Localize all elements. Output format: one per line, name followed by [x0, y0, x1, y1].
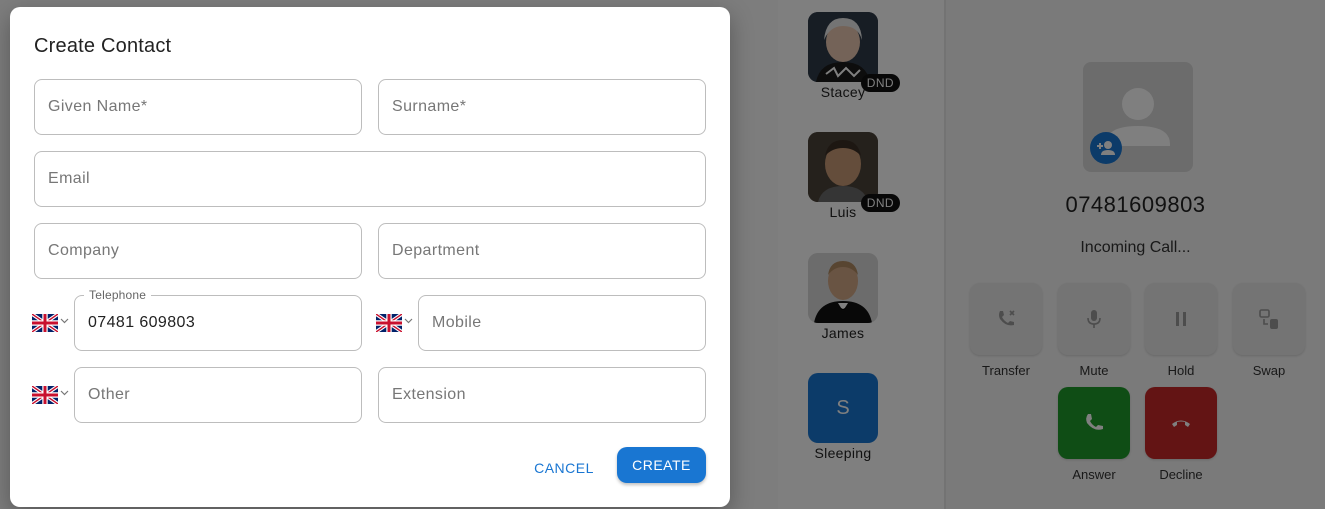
extension-input[interactable] [379, 368, 705, 422]
chevron-down-icon [404, 318, 413, 324]
extension-field[interactable] [378, 367, 706, 423]
uk-flag-icon [32, 314, 58, 332]
department-field[interactable] [378, 223, 706, 279]
dialog-title: Create Contact [34, 35, 172, 57]
company-input[interactable] [35, 224, 361, 278]
uk-flag-icon [32, 386, 58, 404]
create-button[interactable]: CREATE [617, 447, 706, 483]
other-phone-field[interactable] [74, 367, 362, 423]
cancel-button[interactable]: CANCEL [530, 453, 598, 483]
department-input[interactable] [379, 224, 705, 278]
chevron-down-icon [60, 318, 69, 324]
telephone-label: Telephone [84, 288, 152, 302]
chevron-down-icon [60, 390, 69, 396]
surname-field[interactable] [378, 79, 706, 135]
email-input[interactable] [35, 152, 705, 206]
other-country-select[interactable] [32, 384, 70, 406]
uk-flag-icon [376, 314, 402, 332]
company-field[interactable] [34, 223, 362, 279]
mobile-input[interactable] [419, 296, 705, 350]
telephone-field[interactable]: Telephone [74, 288, 362, 351]
telephone-country-select[interactable] [32, 312, 70, 334]
mobile-country-select[interactable] [376, 312, 414, 334]
email-field[interactable] [34, 151, 706, 207]
given-name-field[interactable] [34, 79, 362, 135]
given-name-input[interactable] [35, 80, 361, 134]
telephone-input[interactable] [75, 296, 361, 350]
surname-input[interactable] [379, 80, 705, 134]
mobile-field[interactable] [418, 295, 706, 351]
create-contact-dialog: Create Contact Telephone [10, 7, 730, 507]
other-phone-input[interactable] [75, 368, 361, 422]
